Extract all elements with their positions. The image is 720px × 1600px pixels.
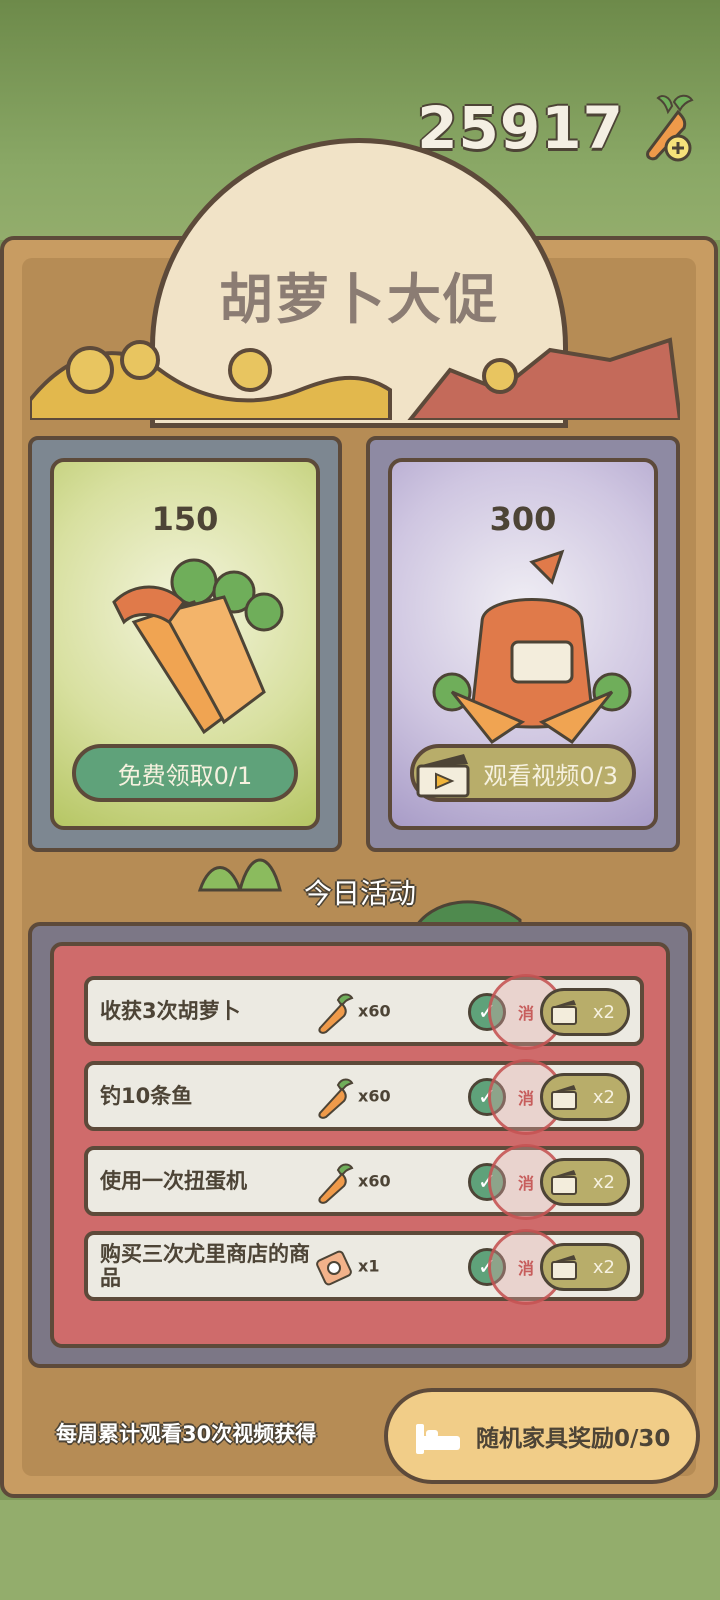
reward-qty: x60 [358, 1086, 391, 1106]
task-label: 使用一次扭蛋机 [100, 1169, 247, 1193]
free-claim-label: 免费领取0/1 [117, 761, 253, 790]
reward-qty: x60 [358, 1001, 391, 1021]
task-label: 收获3次胡萝卜 [100, 999, 241, 1023]
video-clapper-icon [551, 1000, 577, 1025]
task-label: 购买三次尤里商店的商品 [100, 1242, 310, 1290]
daily-activity-title: 今日活动 [303, 877, 416, 910]
carrot-icon [318, 1078, 354, 1119]
carrot-bundle-icon [112, 558, 284, 735]
task-row: 购买三次尤里商店的商品 x1 ✓ 消 x2 [84, 1229, 644, 1305]
video-clapper-icon [416, 754, 470, 798]
random-furniture-reward-button[interactable]: 随机家具奖励0/30 [384, 1388, 700, 1484]
watch-video-button[interactable]: 观看视频0/3 [410, 744, 636, 802]
background-grass [0, 1500, 720, 1600]
double-reward-button[interactable]: x2 [540, 1073, 630, 1121]
cloud-decoration [30, 337, 680, 420]
task-label: 钓10条鱼 [100, 1084, 193, 1108]
video-offer-panel: 300 观看视频0/3 [388, 458, 658, 830]
carrot-icon [318, 993, 354, 1034]
carrot-sack-icon [432, 549, 632, 745]
multiplier-label: x2 [592, 1001, 615, 1023]
furniture-reward-label: 随机家具奖励0/30 [476, 1426, 671, 1452]
daily-task-panel: 收获3次胡萝卜 x60 ✓ 消 x2 钓10条鱼 x60 ✓ 消 x2 使用一次… [28, 922, 692, 1368]
free-claim-button[interactable]: 免费领取0/1 [72, 744, 298, 802]
multiplier-label: x2 [592, 1171, 615, 1193]
video-offer-amount: 300 [489, 500, 557, 538]
double-reward-button[interactable]: x2 [540, 988, 630, 1036]
carrot-count: 25917 [417, 94, 624, 162]
video-offer-card: 300 观看视频0/3 [366, 436, 680, 852]
free-offer-card: 150 免费领取0/1 [28, 436, 342, 852]
video-clapper-icon [551, 1170, 577, 1195]
multiplier-label: x2 [592, 1256, 615, 1278]
carrot-icon [318, 1163, 354, 1204]
multiplier-label: x2 [592, 1086, 615, 1108]
double-reward-button[interactable]: x2 [540, 1158, 630, 1206]
bed-icon [416, 1424, 460, 1454]
watch-video-label: 观看视频0/3 [483, 761, 618, 790]
ticket-icon [316, 1250, 352, 1286]
carrot-currency[interactable]: 25917 [417, 92, 696, 164]
reward-qty: x1 [358, 1256, 380, 1276]
page-title: 胡萝卜大促 [219, 268, 499, 331]
task-row: 使用一次扭蛋机 x60 ✓ 消 x2 [84, 1144, 644, 1220]
carrot-add-icon[interactable] [634, 92, 696, 164]
video-clapper-icon [551, 1085, 577, 1110]
double-reward-button[interactable]: x2 [540, 1243, 630, 1291]
reward-qty: x60 [358, 1171, 391, 1191]
weekly-video-note: 每周累计观看30次视频获得 [56, 1422, 317, 1446]
task-list: 收获3次胡萝卜 x60 ✓ 消 x2 钓10条鱼 x60 ✓ 消 x2 使用一次… [50, 942, 670, 1348]
task-row: 收获3次胡萝卜 x60 ✓ 消 x2 [84, 974, 644, 1050]
free-offer-amount: 150 [151, 500, 219, 538]
video-clapper-icon [551, 1255, 577, 1280]
task-row: 钓10条鱼 x60 ✓ 消 x2 [84, 1059, 644, 1135]
free-offer-panel: 150 免费领取0/1 [50, 458, 320, 830]
